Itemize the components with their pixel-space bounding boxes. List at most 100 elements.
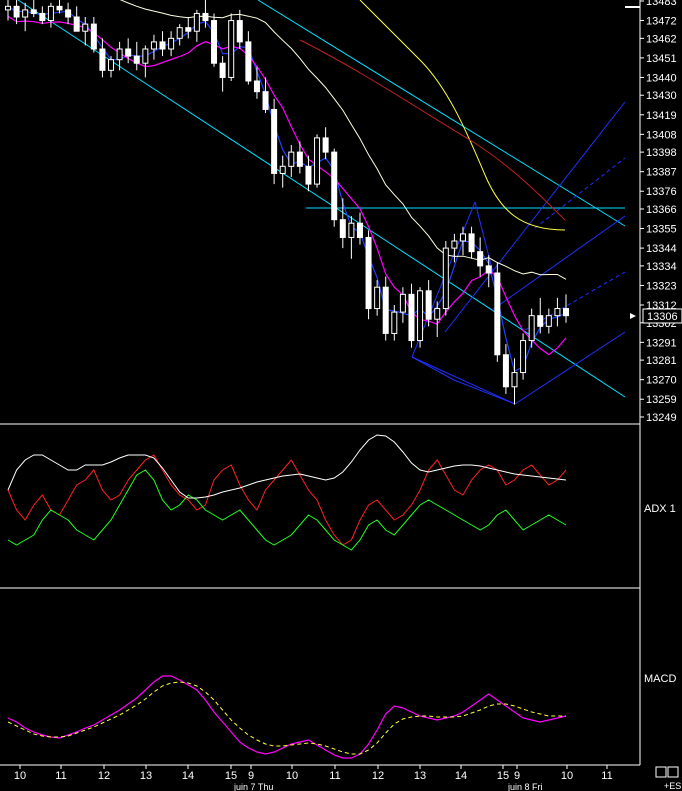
candle-body[interactable] (108, 59, 115, 71)
price-tick-label: 13408 (646, 129, 677, 141)
candle-body[interactable] (451, 240, 458, 249)
candle-body[interactable] (348, 222, 355, 238)
candle-body[interactable] (399, 293, 406, 313)
price-tick-label: 13376 (646, 186, 677, 198)
candle-body[interactable] (253, 80, 260, 93)
candle-body[interactable] (202, 12, 209, 22)
candle-body[interactable] (82, 23, 89, 32)
candle-body[interactable] (279, 165, 286, 174)
candle-body[interactable] (382, 286, 389, 334)
candle-body[interactable] (73, 16, 80, 32)
candle-body[interactable] (356, 222, 363, 238)
time-tick-label: 11 (329, 770, 340, 782)
candle-body[interactable] (99, 48, 106, 71)
candle-body[interactable] (5, 5, 11, 11)
price-tick-label: 13355 (646, 224, 677, 236)
time-tick-label: 10 (561, 770, 573, 782)
candle-body[interactable] (47, 5, 54, 22)
candle-body[interactable] (219, 62, 226, 78)
candle-body[interactable] (296, 151, 303, 167)
candle-body[interactable] (22, 9, 29, 18)
macd-label: MACD (644, 673, 676, 685)
candle-body[interactable] (459, 233, 466, 242)
candle-body[interactable] (502, 354, 509, 388)
time-tick-label: 11 (55, 770, 66, 782)
candle-body[interactable] (408, 293, 415, 342)
candle-body[interactable] (331, 151, 338, 221)
candle-body[interactable] (417, 290, 424, 342)
candle-body[interactable] (150, 41, 157, 50)
candle-body[interactable] (245, 41, 252, 82)
candle-body[interactable] (425, 290, 432, 320)
candle-body[interactable] (133, 55, 140, 64)
time-tick-label: 12 (372, 770, 384, 782)
time-tick-label: 10 (14, 770, 26, 782)
time-tick-label: 11 (601, 770, 612, 782)
candle-body[interactable] (485, 265, 492, 274)
price-tick-label: 13462 (646, 33, 677, 45)
candle-body[interactable] (305, 165, 312, 185)
candle-body[interactable] (545, 315, 552, 327)
candle-body[interactable] (528, 315, 535, 342)
candle-body[interactable] (442, 247, 449, 310)
candle-body[interactable] (65, 9, 72, 18)
candle-body[interactable] (365, 236, 372, 310)
candle-body[interactable] (236, 20, 243, 43)
candle-body[interactable] (125, 48, 132, 57)
time-tick-label: 15 (225, 770, 237, 782)
candle-body[interactable] (142, 48, 149, 64)
time-tick-label: 10 (286, 770, 298, 782)
time-tick-label: 13 (140, 770, 152, 782)
price-tick-label: 13291 (646, 337, 677, 349)
candle-body[interactable] (168, 37, 175, 50)
candle-body[interactable] (322, 137, 329, 153)
candle-body[interactable] (288, 151, 295, 167)
candle-body[interactable] (477, 251, 484, 267)
es-label: +ES (664, 781, 681, 791)
date-label-fri: juin 8 Fri (507, 782, 543, 791)
candle-body[interactable] (563, 308, 569, 317)
price-tick-label: 13451 (646, 53, 677, 65)
candle-body[interactable] (339, 219, 346, 238)
candle-body[interactable] (176, 27, 183, 39)
time-tick-label: 14 (182, 770, 194, 782)
candle-body[interactable] (511, 372, 518, 388)
candle-body[interactable] (537, 315, 544, 327)
candle-body[interactable] (90, 23, 97, 50)
candle-body[interactable] (391, 311, 398, 334)
candle-body[interactable] (494, 272, 501, 356)
candle-body[interactable] (13, 5, 20, 18)
candle-body[interactable] (56, 5, 63, 11)
candle-body[interactable] (434, 308, 441, 320)
time-tick-label: 12 (98, 770, 110, 782)
candle-body[interactable] (211, 20, 218, 64)
price-tick-label: 13259 (646, 394, 677, 406)
price-tick-label: 13387 (646, 167, 677, 179)
candle-body[interactable] (185, 27, 192, 32)
candle-body[interactable] (262, 91, 269, 110)
time-tick-label: 9 (248, 770, 254, 782)
candle-body[interactable] (271, 108, 278, 174)
time-tick-label: 13 (414, 770, 426, 782)
price-tick-label: 13344 (646, 243, 677, 255)
time-tick-label: 9 (514, 770, 520, 782)
candle-body[interactable] (228, 20, 235, 78)
candle-body[interactable] (314, 137, 321, 185)
current-price-label: 13306 (647, 311, 678, 323)
candle-body[interactable] (39, 12, 46, 22)
trading-chart[interactable]: 13483 13472 13462 13451 13440 13430 13419 13408… (0, 0, 682, 791)
candle-body[interactable] (159, 41, 166, 50)
price-tick-label: 13249 (646, 412, 677, 424)
price-tick-label: 13366 (646, 204, 677, 216)
adx-label: ADX 1 (644, 503, 676, 515)
candle-body[interactable] (193, 12, 200, 32)
candle-body[interactable] (116, 48, 123, 61)
candle-body[interactable] (520, 340, 527, 374)
candle-body[interactable] (374, 286, 381, 310)
time-tick-label: 15 (497, 770, 509, 782)
candle-body[interactable] (468, 233, 475, 253)
price-tick-label: 13430 (646, 90, 677, 102)
candle-body[interactable] (554, 308, 561, 317)
price-tick-label: 13472 (646, 16, 677, 28)
candle-body[interactable] (30, 9, 37, 14)
